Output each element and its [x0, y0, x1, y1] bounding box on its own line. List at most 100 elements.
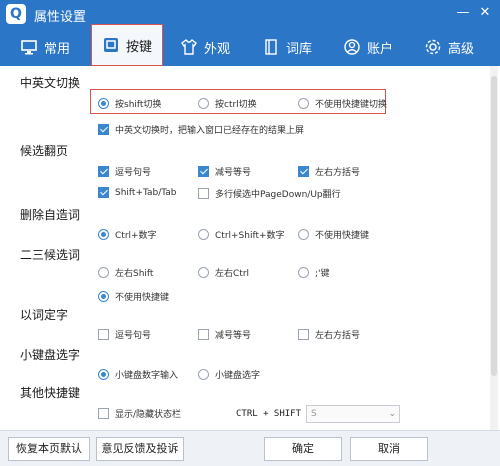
checkbox-icon [298, 329, 309, 340]
tab-label: 高级 [448, 41, 475, 57]
hotkey-key-select[interactable]: S ⌄ [306, 405, 400, 423]
section-title-numpad: 小键盘选字 [20, 348, 81, 362]
user-icon [344, 39, 360, 55]
radio-icon [298, 229, 309, 240]
keyboard-icon [104, 38, 118, 52]
tab-label: 账户 [367, 41, 394, 57]
scrollbar[interactable] [490, 66, 498, 430]
radio-icon [198, 267, 209, 278]
option-label: 按shift切换 [115, 100, 162, 110]
tab-account[interactable]: 账户 [343, 28, 393, 66]
checkbox-icon [298, 166, 309, 177]
radio-icon [198, 229, 209, 240]
checkbox-icon [98, 408, 109, 419]
option-label: 减号等号 [215, 331, 252, 341]
radio-no-hotkey-delete[interactable]: 不使用快捷键 [298, 228, 369, 241]
tab-common[interactable]: 常用 [20, 28, 70, 66]
checkbox-word-comma-period[interactable]: 逗号句号 [98, 328, 151, 341]
option-label: 中英文切换时，把输入窗口已经存在的结果上屏 [115, 126, 305, 136]
option-label: 按ctrl切换 [215, 100, 257, 110]
tab-bar: 常用 按键 外观 词库 账户 高级 [0, 24, 500, 66]
radio-numpad-select[interactable]: 小键盘选字 [198, 368, 260, 381]
cancel-button[interactable]: 取消 [350, 437, 428, 461]
radio-semicolon-quote[interactable]: ;'键 [298, 266, 330, 279]
option-label: 逗号句号 [115, 168, 152, 178]
checkbox-pagedown-up[interactable]: 多行候选中PageDown/Up翻行 [198, 187, 341, 200]
radio-icon [198, 369, 209, 380]
option-label: 左右Ctrl [215, 269, 250, 279]
title-bar: Q 属性设置 — ✕ [0, 0, 500, 28]
monitor-icon [21, 40, 37, 55]
option-label: 不使用快捷键 [315, 231, 370, 241]
ok-button[interactable]: 确定 [264, 437, 342, 461]
option-label: 多行候选中PageDown/Up翻行 [215, 190, 341, 200]
section-title-second-third: 二三候选词 [20, 248, 81, 262]
section-title-other-hotkeys: 其他快捷键 [20, 386, 81, 400]
tab-keys[interactable]: 按键 [91, 24, 164, 66]
hotkey-combo-label: CTRL + SHIFT + [236, 409, 312, 419]
section-title-word-select: 以词定字 [20, 308, 69, 322]
tab-advanced[interactable]: 高级 [424, 28, 474, 66]
gear-icon [425, 39, 441, 55]
tab-label: 外观 [204, 41, 231, 57]
checkbox-icon [98, 329, 109, 340]
tab-label: 词库 [286, 41, 313, 57]
chevron-down-icon: ⌄ [388, 409, 396, 419]
option-label: 左右方括号 [315, 331, 361, 341]
shirt-icon [181, 39, 197, 55]
section-title-delete-word: 删除自造词 [20, 208, 81, 222]
option-label: 小键盘数字输入 [115, 371, 179, 381]
radio-ctrl-number[interactable]: Ctrl+数字 [98, 228, 157, 241]
checkbox-shift-tab[interactable]: Shift+Tab/Tab [98, 187, 177, 198]
option-label: 不使用快捷键切换 [315, 100, 388, 110]
app-logo-icon: Q [6, 4, 26, 24]
radio-numpad-input[interactable]: 小键盘数字输入 [98, 368, 178, 381]
feedback-button[interactable]: 意见反馈及投诉 [96, 437, 184, 461]
radio-icon [98, 291, 109, 302]
close-icon[interactable]: ✕ [476, 4, 494, 22]
checkbox-icon [98, 166, 109, 177]
checkbox-toggle-statusbar[interactable]: 显示/隐藏状态栏 [98, 407, 181, 420]
checkbox-commit-on-switch[interactable]: 中英文切换时，把输入窗口已经存在的结果上屏 [98, 123, 304, 136]
radio-icon [98, 98, 109, 109]
hotkey-key-value: S [311, 409, 317, 419]
radio-no-hotkey-candidate[interactable]: 不使用快捷键 [98, 290, 169, 303]
checkbox-brackets[interactable]: 左右方括号 [298, 165, 360, 178]
checkbox-word-brackets[interactable]: 左右方括号 [298, 328, 360, 341]
checkbox-word-minus-equal[interactable]: 减号等号 [198, 328, 251, 341]
settings-panel: 中英文切换 按shift切换 按ctrl切换 不使用快捷键切换 中英文切换时，把… [0, 66, 500, 430]
radio-ctrl-switch[interactable]: 按ctrl切换 [198, 97, 257, 110]
minimize-icon[interactable]: — [454, 4, 472, 22]
option-label: 不使用快捷键 [115, 293, 170, 303]
footer-bar: 恢复本页默认 意见反馈及投诉 确定 取消 [0, 430, 500, 466]
radio-no-hotkey-switch[interactable]: 不使用快捷键切换 [298, 97, 387, 110]
option-label: 显示/隐藏状态栏 [115, 410, 182, 420]
radio-left-right-ctrl[interactable]: 左右Ctrl [198, 266, 249, 279]
radio-shift-switch[interactable]: 按shift切换 [98, 97, 161, 110]
radio-icon [98, 229, 109, 240]
tab-appearance[interactable]: 外观 [180, 28, 230, 66]
checkbox-icon [198, 188, 209, 199]
option-label: 左右方括号 [315, 168, 361, 178]
checkbox-icon [98, 187, 109, 198]
tab-label: 常用 [44, 41, 71, 57]
option-label: Ctrl+数字 [115, 231, 157, 241]
section-title-page-flip: 候选翻页 [20, 144, 69, 158]
restore-default-button[interactable]: 恢复本页默认 [8, 437, 90, 461]
option-label: Ctrl+Shift+数字 [215, 231, 285, 241]
option-label: 左右Shift [115, 269, 154, 279]
tab-dictionary[interactable]: 词库 [262, 28, 312, 66]
checkbox-minus-equal[interactable]: 减号等号 [198, 165, 251, 178]
radio-icon [98, 369, 109, 380]
radio-left-right-shift[interactable]: 左右Shift [98, 266, 153, 279]
checkbox-comma-period[interactable]: 逗号句号 [98, 165, 151, 178]
option-label: Shift+Tab/Tab [115, 187, 177, 198]
scrollbar-thumb[interactable] [491, 76, 497, 376]
radio-icon [98, 267, 109, 278]
checkbox-icon [198, 329, 209, 340]
radio-ctrl-shift-number[interactable]: Ctrl+Shift+数字 [198, 228, 285, 241]
section-title-cn-en-switch: 中英文切换 [20, 76, 81, 90]
option-label: 小键盘选字 [215, 371, 261, 381]
window-title: 属性设置 [34, 10, 87, 25]
radio-icon [298, 98, 309, 109]
